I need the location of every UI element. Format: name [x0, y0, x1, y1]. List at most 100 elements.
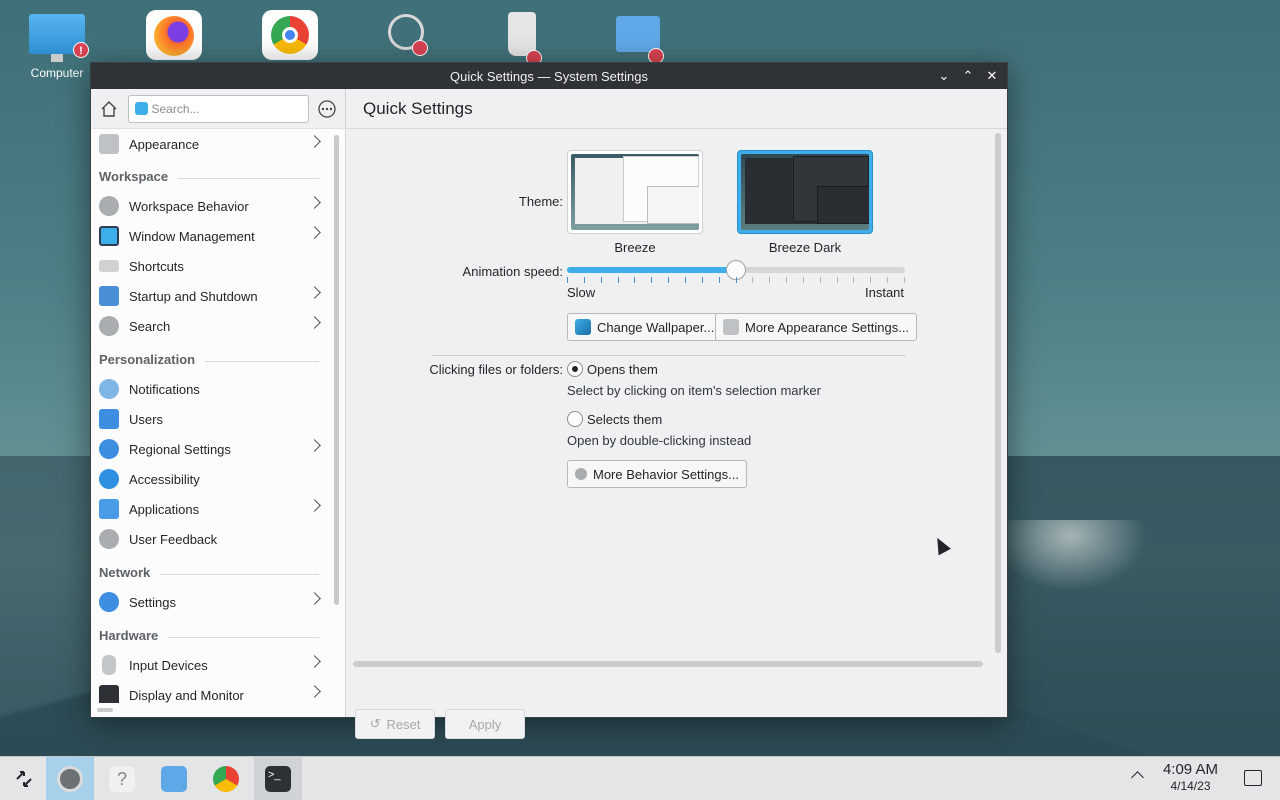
sidebar-item-shortcuts[interactable]: Shortcuts: [91, 251, 327, 281]
sidebar-item-users[interactable]: Users: [91, 404, 327, 434]
sidebar-item-input-devices[interactable]: Input Devices: [91, 650, 327, 680]
slider-tick: [887, 277, 888, 283]
behavior-icon: [575, 468, 587, 480]
slider-tick: [820, 277, 821, 283]
content-vertical-scrollbar[interactable]: [995, 133, 1001, 653]
breeze-preview: [571, 154, 699, 230]
sidebar-item-user-feedback[interactable]: User Feedback: [91, 524, 327, 554]
more-appearance-settings-button[interactable]: More Appearance Settings...: [715, 313, 918, 341]
close-button[interactable]: ✕: [983, 67, 1001, 85]
slider-tick: [651, 277, 652, 283]
sidebar-item-notifications[interactable]: Notifications: [91, 374, 327, 404]
chrome-icon: [213, 766, 239, 792]
search-icon: [134, 102, 148, 115]
slider-fill: [567, 267, 736, 273]
theme-card-breeze-dark[interactable]: [737, 150, 873, 234]
desktop-icon-computer[interactable]: ! Computer: [22, 10, 92, 80]
apply-button[interactable]: Apply: [445, 709, 525, 739]
theme-label: Theme:: [518, 194, 563, 209]
sidebar-item-regional-settings[interactable]: Regional Settings: [91, 434, 327, 464]
slider-tick: [853, 277, 854, 283]
slider-tick: [601, 277, 602, 283]
sidebar-item-appearance[interactable]: Appearance: [91, 130, 327, 158]
maximize-button[interactable]: ⌃: [959, 67, 977, 85]
taskbar-system-settings[interactable]: [46, 757, 94, 800]
taskbar-help[interactable]: ?: [98, 757, 146, 800]
chevron-right-icon: [308, 316, 321, 329]
taskbar-file-manager[interactable]: [150, 757, 198, 800]
sidebar-item-label: Regional Settings: [129, 441, 231, 457]
sidebar-item-workspace-behavior[interactable]: Workspace Behavior: [91, 191, 327, 221]
theme-card-breeze[interactable]: [567, 150, 703, 234]
content-horizontal-scrollbar[interactable]: [353, 661, 983, 667]
window-titlebar[interactable]: Quick Settings — System Settings ⌄ ⌃ ✕: [91, 63, 1007, 89]
chevron-right-icon: [308, 226, 321, 239]
window-management-icon: [99, 226, 119, 246]
firefox-icon: [146, 10, 202, 60]
slider-tick: [618, 277, 619, 283]
slider-ticks: [567, 277, 905, 283]
sidebar-scrollbar[interactable]: [334, 135, 339, 605]
desktop-icon-firefox[interactable]: [139, 10, 209, 60]
selects-them-description: Open by double-clicking instead: [567, 433, 752, 448]
minimize-button[interactable]: ⌄: [935, 67, 953, 85]
button-label: Reset: [386, 716, 421, 732]
taskbar-terminal[interactable]: >_: [254, 757, 302, 800]
home-folder-icon: [610, 10, 666, 64]
network-settings-icon: [99, 592, 119, 612]
slider-tick: [904, 277, 905, 283]
radio-opens-them[interactable]: [567, 361, 583, 377]
more-behavior-settings-button[interactable]: More Behavior Settings...: [567, 460, 747, 488]
change-wallpaper-button[interactable]: Change Wallpaper...: [567, 313, 723, 341]
network-icon: [378, 10, 434, 60]
monitor-icon: !: [29, 14, 89, 62]
applications-icon: [99, 499, 119, 519]
desktop-icon-home[interactable]: [603, 10, 673, 64]
desktop-icon-chrome[interactable]: [255, 10, 325, 60]
sidebar-item-label: Users: [129, 411, 163, 427]
sidebar-item-label: Input Devices: [129, 657, 208, 673]
selects-them-label[interactable]: Selects them: [587, 412, 662, 427]
sidebar-item-accessibility[interactable]: Accessibility: [91, 464, 327, 494]
sidebar-item-window-management[interactable]: Window Management: [91, 221, 327, 251]
notifications-icon: [99, 379, 119, 399]
reset-button[interactable]: ↺ Reset: [355, 709, 435, 739]
sidebar-item-network-settings[interactable]: Settings: [91, 587, 327, 617]
slider-tick: [719, 277, 720, 283]
animation-speed-label: Animation speed:: [462, 264, 563, 279]
system-tray-expand-icon[interactable]: [1131, 771, 1144, 784]
sidebar-item-label: Search: [129, 318, 171, 334]
clock-time: 4:09 AM: [1162, 761, 1218, 778]
button-label: Apply: [468, 716, 502, 732]
chevron-right-icon: [308, 685, 321, 698]
menu-button[interactable]: [315, 96, 340, 122]
chevron-right-icon: [308, 135, 321, 148]
animation-speed-slider[interactable]: [567, 260, 905, 280]
wallpaper-icon: [575, 319, 591, 335]
search-box[interactable]: [127, 94, 309, 123]
sidebar-horizontal-scrollbar[interactable]: [97, 708, 113, 712]
opens-them-label[interactable]: Opens them: [587, 362, 658, 377]
page-title: Quick Settings: [347, 89, 1007, 129]
trash-icon: [494, 10, 550, 66]
desktop-icon-trash[interactable]: [487, 10, 557, 66]
more-options-icon: [318, 99, 336, 118]
sidebar-item-applications[interactable]: Applications: [91, 494, 327, 524]
clock[interactable]: 4:09 AM 4/14/23: [1163, 762, 1218, 794]
warning-badge: [412, 40, 428, 56]
show-desktop-icon[interactable]: [1244, 770, 1262, 786]
sidebar-item-display-monitor[interactable]: Display and Monitor: [91, 680, 327, 703]
radio-selects-them[interactable]: [567, 411, 583, 427]
slider-tick: [786, 277, 787, 283]
app-launcher-button[interactable]: [0, 757, 48, 800]
taskbar-chrome[interactable]: [202, 757, 250, 800]
sidebar-item-search[interactable]: Search: [91, 311, 327, 341]
search-input[interactable]: [151, 101, 302, 116]
button-label: More Behavior Settings...: [593, 466, 739, 482]
sidebar-item-startup-shutdown[interactable]: Startup and Shutdown: [91, 281, 327, 311]
desktop-icon-network[interactable]: [371, 10, 441, 60]
section-header-personalization: Personalization: [91, 341, 327, 374]
sidebar-item-label: Appearance: [129, 136, 200, 152]
chrome-icon: [262, 10, 318, 60]
home-button[interactable]: [97, 96, 122, 122]
